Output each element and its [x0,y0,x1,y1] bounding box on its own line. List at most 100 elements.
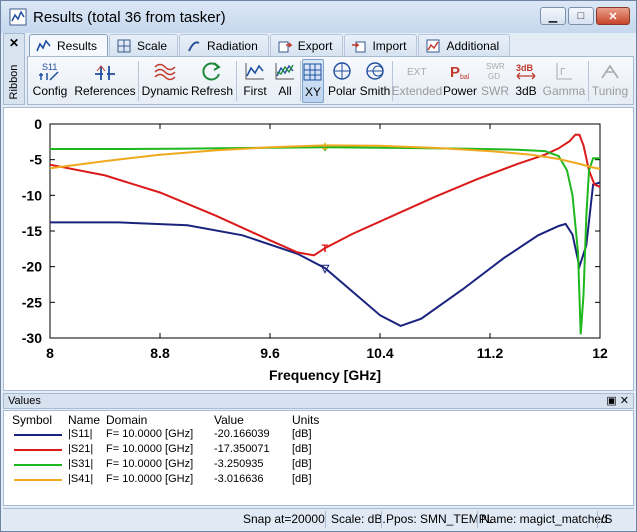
svg-text:3dB: 3dB [516,63,534,73]
radiation-tab-icon [188,40,200,51]
x-tick-label: 8.8 [150,345,170,361]
series-symbol [14,464,62,466]
values-panel-buttons[interactable]: ▣ ✕ [606,394,629,408]
polar-label: Polar [327,84,356,98]
row-value: -17.350071 [214,443,270,455]
smith-button[interactable]: Smith [360,59,390,103]
dynamic-button[interactable]: Dynamic [142,59,188,103]
maximize-button[interactable]: □ [568,7,594,25]
first-curve-icon [245,63,264,80]
ribbon-close-icon[interactable]: ✕ [9,36,19,50]
title-bar: Results (total 36 from tasker) ▁ □ ✕ [1,1,636,33]
import-tab-icon [352,41,366,52]
all-curves-icon [275,63,294,80]
tuning-button[interactable]: Tuning [590,59,630,103]
polar-button[interactable]: Polar [326,59,358,103]
power-balance-icon: Pbal [450,64,470,81]
x-tick-label: 10.4 [366,345,393,361]
series-marker: ± [322,141,328,153]
values-panel-header: Values ▣ ✕ [3,393,634,409]
results-app-icon [9,8,27,26]
row-name: |S21| [68,443,94,455]
values-row[interactable]: |S21| F= 10.0000 [GHz] -17.350071 [dB] [4,442,633,458]
series-symbol [14,434,62,436]
references-icon [95,65,115,80]
extended-button[interactable]: EXT Extended [392,59,443,103]
xy-grid-icon [303,63,322,81]
tab-scale[interactable]: Scale [109,34,179,56]
maximize-icon: □ [577,10,585,22]
svg-text:P: P [450,64,460,81]
power-button[interactable]: Pbal Power [443,59,477,103]
row-value: -3.016636 [214,473,264,485]
all-button[interactable]: All [272,59,298,103]
swr-button[interactable]: SWR GD SWR [480,59,510,103]
minimize-button[interactable]: ▁ [540,7,566,25]
tab-label: Scale [137,38,168,53]
tab-import[interactable]: Import [344,34,418,56]
swr-gd-icon: SWRGD [486,62,505,81]
config-button[interactable]: S11 Config [32,59,68,103]
plot-area[interactable]: 0 -5 -10 -15 -20 -25 -30 8 8.8 9.6 10.4 11.2 12 Frequ… [3,107,634,391]
values-row[interactable]: |S11| F= 10.0000 [GHz] -20.166039 [dB] [4,427,633,443]
column-header: Units [292,413,320,427]
y-tick-label: 0 [34,116,42,132]
results-window: Results (total 36 from tasker) ▁ □ ✕ ✕ R… [0,0,637,532]
row-units: [dB] [292,428,312,440]
dynamic-waves-icon [154,63,176,81]
tab-radiation[interactable]: Radiation [179,34,269,56]
values-panel-title: Values [8,395,41,407]
3db-button[interactable]: 3dB 3dB [512,59,540,103]
ribbon-label: Ribbon [8,64,20,100]
export-tab-icon [278,41,293,52]
ribbon-toolbar: S11 Config References Dynamic Refresh Fi… [27,56,634,105]
x-axis-label: Frequency [GHz] [269,367,381,383]
config-label: Config [32,84,68,98]
xy-button[interactable]: XY [302,59,324,103]
s-parameter-chart: 0 -5 -10 -15 -20 -25 -308 8.8 9.6 10.4 11.2 12 Frequ… [22,116,608,383]
y-tick-label: -25 [22,294,42,310]
tab-export[interactable]: Export [269,34,344,56]
status-tail: /S [601,512,613,526]
refresh-label: Refresh [190,84,234,98]
row-units: [dB] [292,458,312,470]
row-name: |S41| [68,473,94,485]
row-domain: F= 10.0000 [GHz] [106,443,194,455]
row-domain: F= 10.0000 [GHz] [106,428,194,440]
series-symbol [14,479,62,481]
ribbon-tabs: Results Scale Radiation Export Import Ad… [29,34,511,56]
row-units: [dB] [292,473,312,485]
x-tick-label: 12 [592,345,608,361]
tuning-label: Tuning [591,84,629,98]
series-marker: T [322,243,329,255]
dynamic-label: Dynamic [141,84,189,98]
svg-text:EXT: EXT [407,67,426,78]
status-bar: Snap at=20000 Scale: dB. Ppos: SMN_TEMPL… [3,508,634,530]
gamma-button[interactable]: Γ Gamma [543,59,585,103]
close-button[interactable]: ✕ [596,7,630,25]
tab-results[interactable]: Results [29,34,109,56]
first-label: First [243,84,267,98]
x-tick-label: 8 [46,345,54,361]
plot-frame [49,123,601,339]
tab-additional[interactable]: Additional [418,34,511,56]
first-button[interactable]: First [240,59,270,103]
values-row[interactable]: |S31| F= 10.0000 [GHz] -3.250935 [dB] [4,457,633,473]
column-header: Symbol [12,413,53,427]
extended-icon: EXT [407,67,426,78]
column-header: Name [68,413,101,427]
refresh-icon [202,62,221,81]
values-row[interactable]: |S41| F= 10.0000 [GHz] -3.016636 [dB] [4,472,633,488]
config-s11-icon: S11 [39,62,59,81]
polar-icon [333,62,351,80]
svg-text:S11: S11 [42,62,57,72]
references-label: References [74,84,136,98]
refresh-button[interactable]: Refresh [190,59,234,103]
tab-label: Radiation [207,38,258,53]
svg-text:SWR: SWR [486,62,505,71]
row-domain: F= 10.0000 [GHz] [106,473,194,485]
values-header-row: Symbol Name Domain Value Units [4,411,633,427]
references-button[interactable]: References [74,59,136,103]
tuning-icon [601,64,619,79]
column-header: Domain [106,413,148,427]
